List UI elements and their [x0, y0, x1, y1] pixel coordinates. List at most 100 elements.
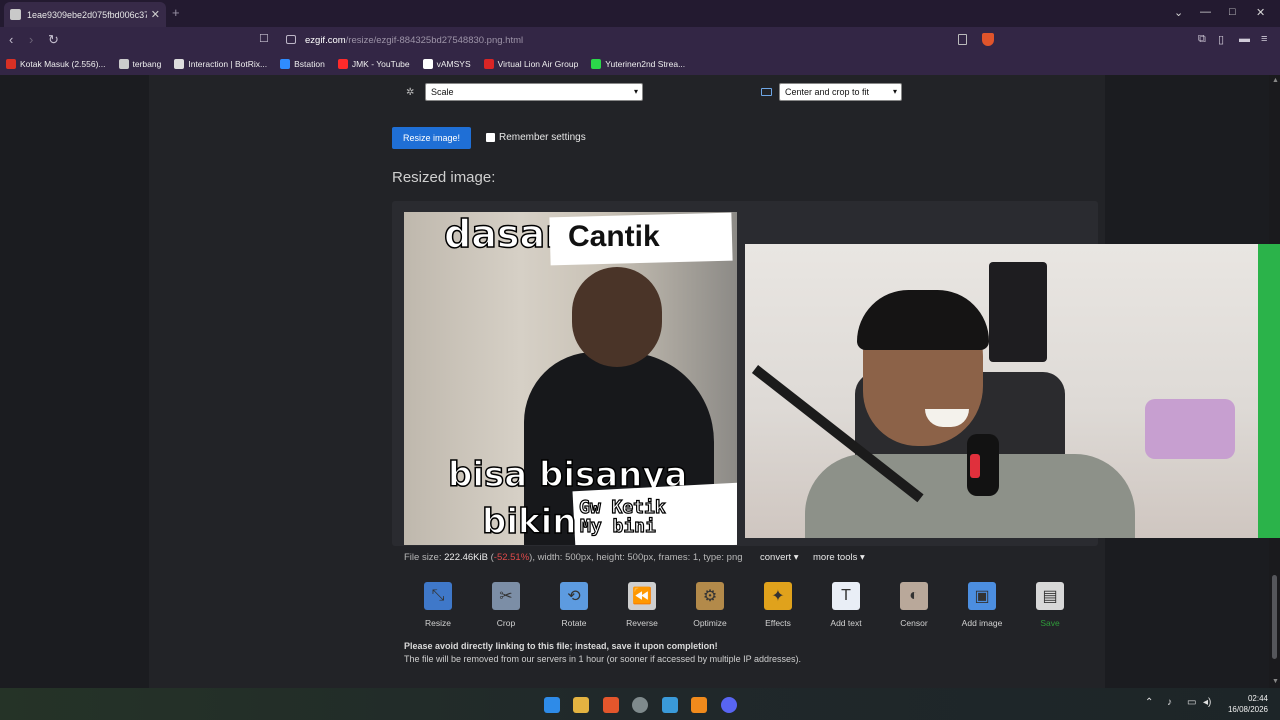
notice-warning: Please avoid directly linking to this fi… — [404, 641, 718, 651]
tool-label: Save — [1040, 618, 1060, 628]
system-clock[interactable]: 02:44 16/08/2026 — [1222, 693, 1268, 715]
tool-effects[interactable]: ✦ Effects — [744, 580, 812, 630]
bookmark-item[interactable]: terbang — [118, 59, 161, 69]
reader-mode-icon[interactable] — [958, 34, 967, 45]
resize-method-value: Scale — [431, 87, 454, 97]
tab-close-icon[interactable]: ✕ — [151, 8, 160, 21]
resize-image-button[interactable]: Resize image! — [392, 127, 471, 149]
webcam-clothes — [1145, 399, 1235, 459]
aspect-ratio-value: Center and crop to fit — [785, 87, 870, 97]
tool-label: Add text — [830, 618, 862, 628]
tray-overflow-icon[interactable]: ⌃ — [1145, 697, 1153, 708]
censor-icon: ◐ — [900, 582, 928, 610]
optimize-icon: ⚙ — [696, 582, 724, 610]
more-tools-dropdown[interactable]: more tools ▾ — [813, 552, 865, 563]
tool-save[interactable]: ▤ Save — [1016, 580, 1084, 630]
scroll-up-icon[interactable]: ▲ — [1272, 77, 1279, 84]
tool-crop[interactable]: ✂ Crop — [472, 580, 540, 630]
brave-browser-icon[interactable] — [603, 697, 619, 713]
clock-date: 16/08/2026 — [1227, 705, 1268, 714]
bookmark-item[interactable]: JMK - YouTube — [337, 59, 410, 69]
tool-label: Add image — [961, 618, 1003, 628]
address-text: ezgif.com/resize/ezgif-884325bd27548830.… — [305, 35, 523, 46]
save-icon: ▤ — [1036, 582, 1064, 610]
tool-strip: ⤡ Resize ✂ Crop ⟲ Rotate ⏪ Reverse ⚙ Optimize ✦ Eff… — [404, 580, 1084, 630]
file-size-value: 222.46KiB — [444, 552, 488, 563]
bookmark-label: Interaction | BotRix... — [188, 59, 268, 69]
tab-list-chevron-icon[interactable]: ⌄ — [1174, 6, 1183, 19]
extensions-icon[interactable]: ⧉ — [1198, 33, 1206, 46]
tab-strip: 1eae9309ebe2d075fbd006c376d... ✕ + ⌄ — □… — [0, 0, 1280, 27]
resize-image-button-label: Resize image! — [402, 133, 461, 143]
bookmark-item[interactable]: vAMSYS — [422, 59, 471, 69]
scroll-down-icon[interactable]: ▼ — [1272, 678, 1279, 685]
bookmark-label: Yuterinen2nd Strea... — [605, 59, 686, 69]
bookmark-favicon-icon — [118, 59, 129, 69]
tool-label: Optimize — [693, 618, 727, 628]
bookmark-icon[interactable]: ☐ — [259, 32, 269, 45]
crop-icon: ✂ — [492, 582, 520, 610]
network-icon[interactable]: ▭ — [1187, 697, 1196, 708]
bookmark-label: Bstation — [294, 59, 325, 69]
tool-optimize[interactable]: ⚙ Optimize — [676, 580, 744, 630]
address-bar[interactable]: ezgif.com/resize/ezgif-884325bd27548830.… — [281, 30, 1001, 50]
more-tools-label: more tools — [813, 552, 858, 563]
image-caption-bottom-2: bikin — [481, 501, 577, 543]
browser-tab[interactable]: 1eae9309ebe2d075fbd006c376d... ✕ — [4, 2, 166, 27]
bookmark-label: Kotak Masuk (2.556)... — [20, 59, 106, 69]
bookmark-item[interactable]: Virtual Lion Air Group — [483, 59, 578, 69]
tool-add-text[interactable]: T Add text — [812, 580, 880, 630]
brave-shields-icon[interactable] — [982, 33, 994, 46]
tool-rotate[interactable]: ⟲ Rotate — [540, 580, 608, 630]
webcam-bag — [989, 262, 1047, 362]
aspect-ratio-select[interactable]: Center and crop to fit ▾ — [779, 83, 902, 101]
discord-icon[interactable] — [721, 697, 737, 713]
forward-icon[interactable]: › — [29, 32, 33, 47]
convert-dropdown[interactable]: convert ▾ — [760, 552, 799, 563]
notice-removal: The file will be removed from our server… — [404, 654, 802, 664]
image-caption-dasar: dasar — [443, 212, 564, 257]
remember-settings-checkbox[interactable] — [486, 133, 495, 142]
bookmark-item[interactable]: Bstation — [280, 59, 325, 69]
convert-label: convert — [760, 552, 792, 563]
bookmark-item[interactable]: Kotak Masuk (2.556)... — [6, 59, 106, 69]
wallet-icon[interactable]: ▬ — [1239, 33, 1250, 45]
tool-reverse[interactable]: ⏪ Reverse — [608, 580, 676, 630]
webcam-hair — [857, 290, 989, 350]
scroll-thumb[interactable] — [1272, 575, 1277, 659]
bookmark-favicon-icon — [6, 59, 16, 69]
microphone-icon[interactable]: ♪ — [1167, 697, 1172, 708]
reload-icon[interactable]: ↻ — [48, 32, 59, 48]
window-close-icon[interactable]: ✕ — [1256, 6, 1265, 19]
volume-icon[interactable]: ◂) — [1203, 697, 1211, 708]
image-sticker-line-1: Gw Ketik — [578, 496, 666, 518]
notepad-icon[interactable] — [662, 697, 678, 713]
back-icon[interactable]: ‹ — [9, 32, 13, 47]
start-icon[interactable] — [544, 697, 560, 713]
tool-add-image[interactable]: ▣ Add image — [948, 580, 1016, 630]
tool-label: Censor — [900, 618, 928, 628]
obs-icon[interactable] — [632, 697, 648, 713]
bookmark-item[interactable]: Interaction | BotRix... — [174, 59, 267, 69]
webcam-green-screen — [1258, 244, 1280, 538]
image-person-head — [572, 267, 662, 367]
windows-taskbar: ⌃ ♪ ▭ ◂) 02:44 16/08/2026 — [0, 688, 1280, 720]
vlc-icon[interactable] — [691, 697, 707, 713]
minimize-icon[interactable]: — — [1200, 6, 1211, 18]
webcam-overlay — [745, 244, 1280, 538]
menu-icon[interactable]: ≡ — [1261, 33, 1267, 45]
bookmark-item[interactable]: Yuterinen2nd Strea... — [591, 59, 685, 69]
sidebar-icon[interactable]: ▯ — [1218, 33, 1224, 46]
bookmarks-bar: Kotak Masuk (2.556)... terbang Interaction… — [0, 53, 1280, 75]
site-info-icon[interactable] — [286, 35, 296, 44]
resize-method-select[interactable]: Scale ▾ — [425, 83, 643, 101]
tool-label: Effects — [765, 618, 791, 628]
resized-image-preview[interactable]: dasar Cantik bisa bisanya bikin Gw Ketik… — [404, 212, 737, 545]
reverse-icon: ⏪ — [628, 582, 656, 610]
maximize-icon[interactable]: □ — [1229, 6, 1236, 18]
file-info: File size: 222.46KiB (-52.51%), width: 5… — [404, 552, 743, 563]
new-tab-icon[interactable]: + — [172, 5, 180, 20]
tool-censor[interactable]: ◐ Censor — [880, 580, 948, 630]
file-explorer-icon[interactable] — [573, 697, 589, 713]
tool-resize[interactable]: ⤡ Resize — [404, 580, 472, 630]
